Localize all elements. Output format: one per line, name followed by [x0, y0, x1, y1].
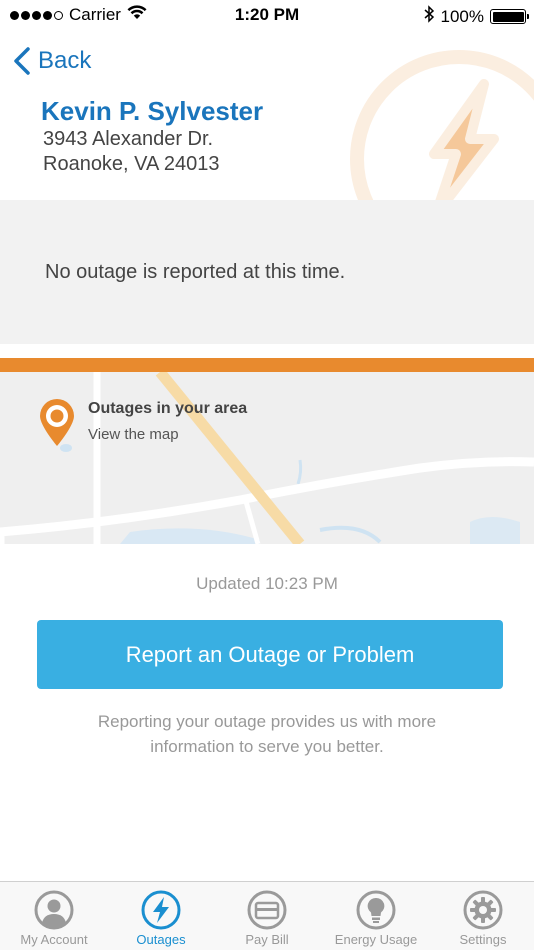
status-left: Carrier [10, 5, 147, 25]
tab-outages[interactable]: Outages [108, 882, 214, 950]
tab-pay-bill[interactable]: Pay Bill [214, 882, 320, 950]
account-name: Kevin P. Sylvester [41, 96, 264, 126]
chevron-left-icon [14, 47, 30, 75]
report-outage-button[interactable]: Report an Outage or Problem [37, 620, 503, 689]
address-line1: 3943 Alexander Dr. [43, 128, 214, 150]
outage-status-message: No outage is reported at this time. [45, 261, 346, 283]
tab-settings[interactable]: Settings [432, 882, 534, 950]
report-info-text: Reporting your outage provides us with m… [97, 712, 437, 756]
tab-label: Settings [459, 932, 507, 947]
map-card-title: Outages in your area [88, 400, 248, 417]
battery-icon [490, 9, 529, 24]
wifi-icon [127, 5, 147, 25]
tab-bar: My Account Outages Pay Bill Energy Usage [0, 881, 534, 950]
map-accent-bar [0, 358, 534, 372]
outage-status-panel: No outage is reported at this time. [0, 200, 534, 344]
credit-card-icon [247, 890, 287, 930]
user-icon [34, 890, 74, 930]
signal-strength-icon [10, 10, 63, 20]
bluetooth-icon [423, 5, 435, 28]
back-label: Back [38, 47, 92, 74]
tab-label: Pay Bill [245, 932, 289, 947]
lightning-watermark-icon [350, 50, 534, 200]
account-header: Back Kevin P. Sylvester 3943 Alexander D… [0, 32, 534, 200]
battery-percent: 100% [440, 6, 484, 26]
map-card-subtitle: View the map [88, 426, 179, 443]
status-right: 100% [423, 5, 529, 28]
lightning-icon [141, 890, 181, 930]
lightbulb-icon [356, 890, 396, 930]
address-line2: Roanoke, VA 24013 [43, 153, 220, 175]
back-button[interactable]: Back [12, 46, 91, 76]
status-bar: Carrier 1:20 PM 100% [0, 0, 534, 32]
tab-energy-usage[interactable]: Energy Usage [320, 882, 432, 950]
map-pin-icon [40, 399, 74, 446]
tab-label: Energy Usage [334, 932, 418, 947]
tab-label: Outages [136, 932, 186, 947]
map-background [0, 372, 534, 544]
tab-label: My Account [20, 932, 88, 947]
carrier-name: Carrier [69, 5, 121, 24]
gear-icon [463, 890, 503, 930]
outage-map-card[interactable]: Outages in your area View the map [0, 358, 534, 544]
tab-my-account[interactable]: My Account [0, 882, 108, 950]
updated-timestamp: Updated 10:23 PM [196, 574, 338, 593]
